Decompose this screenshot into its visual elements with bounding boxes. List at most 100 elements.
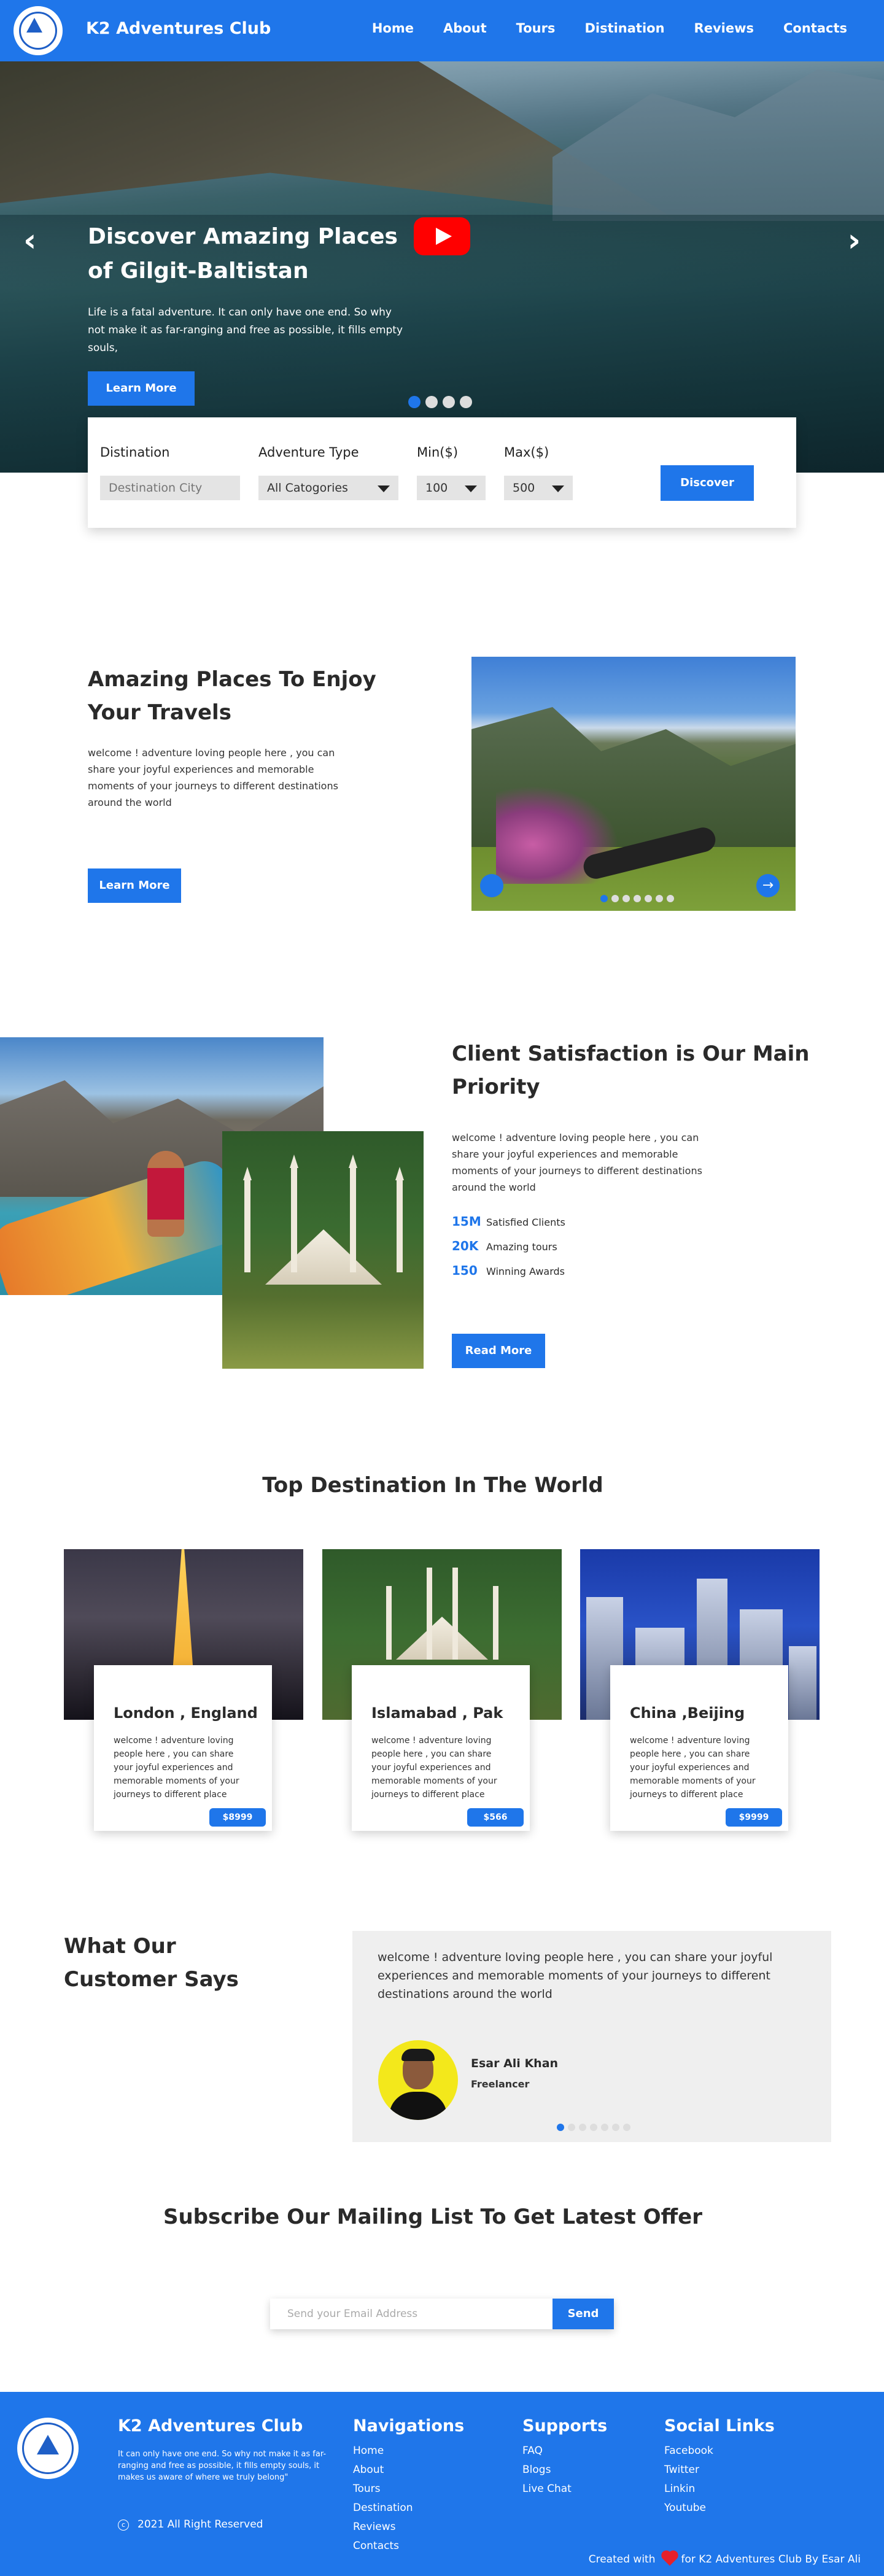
slide-dot[interactable] xyxy=(634,895,641,902)
nav-link-about[interactable]: About xyxy=(443,21,487,36)
min-price-value: 100 xyxy=(425,481,448,495)
slide-dot[interactable] xyxy=(611,895,619,902)
footer-nav-title: Navigations xyxy=(353,2416,465,2435)
footer-link-blogs[interactable]: Blogs xyxy=(522,2461,607,2480)
slide-dot[interactable] xyxy=(667,895,674,902)
photo-minaret xyxy=(395,1167,404,1272)
footer-description: It can only have one end. So why not mak… xyxy=(118,2450,327,2482)
max-price-label: Max($) xyxy=(504,445,549,460)
price-badge[interactable]: $9999 xyxy=(726,1808,782,1827)
chevron-left-icon[interactable]: ‹ xyxy=(23,222,36,259)
top-navbar: K2 Adventures Club Home About Tours Dist… xyxy=(0,0,884,61)
mountain-icon xyxy=(26,18,42,33)
arrow-right-icon[interactable]: → xyxy=(756,874,780,897)
max-price-select[interactable]: 500 xyxy=(504,476,573,500)
satisfaction-text: welcome ! adventure loving people here ,… xyxy=(452,1132,702,1193)
destination-input[interactable] xyxy=(100,476,240,500)
destination-card[interactable]: London , England welcome ! adventure lov… xyxy=(94,1665,272,1831)
discover-button[interactable]: Discover xyxy=(661,465,754,501)
hero-slider: ‹ › Discover Amazing Places of Gilgit-Ba… xyxy=(0,61,884,473)
destination-name: China ,Beijing xyxy=(630,1704,745,1722)
slide-dot[interactable] xyxy=(408,396,421,408)
slide-dot[interactable] xyxy=(568,2124,575,2131)
testimonial-quote: welcome ! adventure loving people here ,… xyxy=(378,1951,773,2001)
footer-link-home[interactable]: Home xyxy=(353,2442,464,2461)
nav-links: Home About Tours Distination Reviews Con… xyxy=(372,21,847,36)
destination-card[interactable]: Islamabad , Pak welcome ! adventure lovi… xyxy=(352,1665,530,1831)
footer-logo[interactable] xyxy=(17,2418,79,2479)
slide-dot[interactable] xyxy=(425,396,438,408)
slide-dot[interactable] xyxy=(656,895,663,902)
customer-name: Esar Ali Khan xyxy=(471,2057,559,2070)
stat-value: 150 xyxy=(452,1263,478,1278)
club-logo[interactable] xyxy=(14,6,63,55)
caret-down-icon xyxy=(552,485,564,492)
mosque-photo xyxy=(222,1131,424,1369)
footer-link-contacts[interactable]: Contacts xyxy=(353,2537,464,2556)
hero-title: Discover Amazing Places of Gilgit-Baltis… xyxy=(88,224,398,284)
slide-dot[interactable] xyxy=(579,2124,586,2131)
stat-item: 15M Satisfied Clients xyxy=(452,1214,565,1229)
slide-dot[interactable] xyxy=(460,396,472,408)
copyright-icon: c xyxy=(118,2520,129,2531)
chevron-right-icon[interactable]: › xyxy=(848,222,861,259)
send-button[interactable]: Send xyxy=(552,2299,614,2329)
footer-link-destination[interactable]: Destination xyxy=(353,2499,464,2518)
satisfaction-title: Client Satisfaction is Our Main Priority xyxy=(452,1042,810,1099)
price-badge[interactable]: $8999 xyxy=(209,1808,266,1827)
copyright: c 2021 All Right Reserved xyxy=(118,2518,263,2531)
footer-link-live-chat[interactable]: Live Chat xyxy=(522,2480,607,2499)
slide-dot[interactable] xyxy=(600,895,608,902)
about-text: welcome ! adventure loving people here ,… xyxy=(88,747,338,808)
hero-learn-more-button[interactable]: Learn More xyxy=(88,371,195,406)
copyright-text: 2021 All Right Reserved xyxy=(138,2518,263,2531)
footer-link-linkin[interactable]: Linkin xyxy=(664,2480,775,2499)
footer-link-faq[interactable]: FAQ xyxy=(522,2442,607,2461)
stat-value: 20K xyxy=(452,1239,479,1253)
min-price-select[interactable]: 100 xyxy=(417,476,486,500)
stat-item: 20K Amazing tours xyxy=(452,1239,557,1253)
footer-link-tours[interactable]: Tours xyxy=(353,2480,464,2499)
footer-link-facebook[interactable]: Facebook xyxy=(664,2442,775,2461)
read-more-button[interactable]: Read More xyxy=(452,1334,545,1368)
price-badge[interactable]: $566 xyxy=(467,1808,524,1827)
adventure-type-value: All Catogories xyxy=(267,481,348,495)
photo-traveler xyxy=(147,1151,184,1237)
youtube-play-icon[interactable] xyxy=(414,217,470,255)
slide-dot[interactable] xyxy=(612,2124,619,2131)
min-price-label: Min($) xyxy=(417,445,459,460)
about-learn-more-button[interactable]: Learn More xyxy=(88,868,181,903)
footer-credit: Created with for K2 Adventures Club By Es… xyxy=(588,2551,861,2566)
nav-link-reviews[interactable]: Reviews xyxy=(694,21,754,36)
slide-dot[interactable] xyxy=(590,2124,597,2131)
footer-link-youtube[interactable]: Youtube xyxy=(664,2499,775,2518)
credit-prefix: Created with xyxy=(588,2553,656,2566)
stat-label: Winning Awards xyxy=(486,1266,565,1277)
nav-link-distination[interactable]: Distination xyxy=(584,21,664,36)
photo-mosque xyxy=(265,1229,382,1285)
slide-dot[interactable] xyxy=(622,895,630,902)
search-panel: Distination Adventure Type All Catogorie… xyxy=(88,417,796,528)
slide-dot[interactable] xyxy=(443,396,455,408)
footer-link-twitter[interactable]: Twitter xyxy=(664,2461,775,2480)
photo-mosque xyxy=(396,1617,488,1660)
caret-down-icon xyxy=(378,485,390,492)
stat-label: Satisfied Clients xyxy=(486,1216,565,1228)
slide-dot[interactable] xyxy=(557,2124,564,2131)
destination-card[interactable]: China ,Beijing welcome ! adventure lovin… xyxy=(610,1665,788,1831)
customer-role: Freelancer xyxy=(471,2078,530,2090)
nav-link-tours[interactable]: Tours xyxy=(516,21,556,36)
slide-dot[interactable] xyxy=(623,2124,630,2131)
nav-link-contacts[interactable]: Contacts xyxy=(783,21,847,36)
stat-value: 15M xyxy=(452,1214,481,1229)
footer-link-reviews[interactable]: Reviews xyxy=(353,2518,464,2537)
adventure-type-select[interactable]: All Catogories xyxy=(258,476,398,500)
slide-dot[interactable] xyxy=(601,2124,608,2131)
slide-dot[interactable] xyxy=(645,895,652,902)
email-input[interactable] xyxy=(270,2299,552,2329)
slider-prev-button[interactable] xyxy=(480,874,503,897)
subscribe-form: Send xyxy=(270,2299,614,2329)
nav-link-home[interactable]: Home xyxy=(372,21,414,36)
footer-link-about[interactable]: About xyxy=(353,2461,464,2480)
destinations-title: Top Destination In The World xyxy=(262,1473,603,1498)
